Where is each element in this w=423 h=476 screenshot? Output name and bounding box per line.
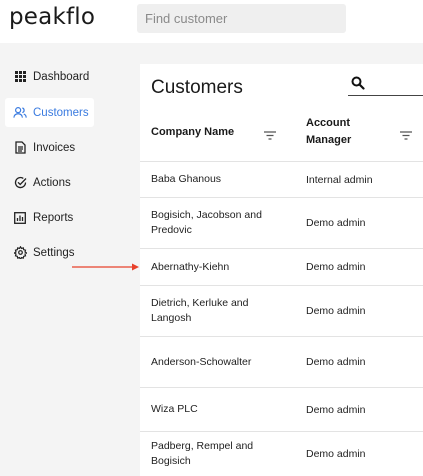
account-manager-cell: Demo admin [306,448,366,460]
sidebar-item-label: Customers [33,106,89,119]
search-input[interactable] [137,4,346,33]
filter-icon[interactable] [400,127,412,145]
account-manager-cell: Demo admin [306,305,366,317]
account-manager-cell: Demo admin [306,403,366,416]
sidebar-item-actions[interactable]: Actions [5,168,94,197]
column-header-account-manager[interactable]: Account Manager [306,115,366,149]
pointer-arrow [72,263,139,271]
company-name-cell: Bogisich, Jacobson and Predovic [151,209,262,236]
sidebar-item-label: Settings [33,246,75,259]
company-name-cell: Padberg, Rempel and Bogisich [151,440,254,467]
page-title: Customers [151,77,243,98]
sidebar-item-customers[interactable]: Customers [5,98,94,127]
company-name-cell: Abernathy-Kiehn [151,260,230,273]
company-name-cell: Wiza PLC [151,403,198,415]
account-manager-cell: Internal admin [306,173,373,186]
sidebar-item-label: Invoices [33,141,76,154]
top-bar: peakflo [0,0,423,43]
document-icon [13,141,27,155]
sidebar-item-dashboard[interactable]: Dashboard [5,62,94,91]
account-manager-cell: Demo admin [306,261,366,273]
sidebar-item-reports[interactable]: Reports [5,203,94,232]
table-row[interactable]: Bogisich, Jacobson and Predovic Demo adm… [140,197,423,248]
check-circle-icon [13,176,27,190]
table-search-field[interactable] [348,73,423,96]
table-row[interactable]: Padberg, Rempel and Bogisich Demo admin [140,431,423,476]
sidebar-item-label: Reports [33,211,74,224]
grid-icon [13,70,27,84]
column-header-company[interactable]: Company Name [151,124,234,141]
company-name-cell: Anderson-Schowalter [151,355,252,368]
users-icon [13,106,27,120]
sidebar-item-invoices[interactable]: Invoices [5,133,94,162]
sidebar-item-label: Actions [33,176,71,189]
bar-chart-icon [13,211,27,225]
account-manager-cell: Demo admin [306,217,366,229]
filter-icon[interactable] [264,127,276,145]
table-row[interactable]: Dietrich, Kerluke and Langosh Demo admin [140,285,423,336]
company-name-cell: Dietrich, Kerluke and Langosh [151,297,249,324]
customers-panel: Customers Company Name Account Manager B… [140,64,423,476]
search-icon [351,76,365,90]
sidebar: Dashboard Customers Invoices Actions Rep… [0,43,140,476]
table-row[interactable]: Abernathy-Kiehn Demo admin [140,248,423,285]
account-manager-cell: Demo admin [306,356,366,368]
table-row[interactable]: Anderson-Schowalter Demo admin [140,336,423,387]
sidebar-item-label: Dashboard [33,70,90,83]
gear-icon [13,246,27,260]
company-name-cell: Baba Ghanous [151,173,222,185]
table-row[interactable]: Baba Ghanous Internal admin [140,161,423,197]
table-row[interactable]: Wiza PLC Demo admin [140,387,423,431]
app-logo: peakflo [9,4,96,30]
